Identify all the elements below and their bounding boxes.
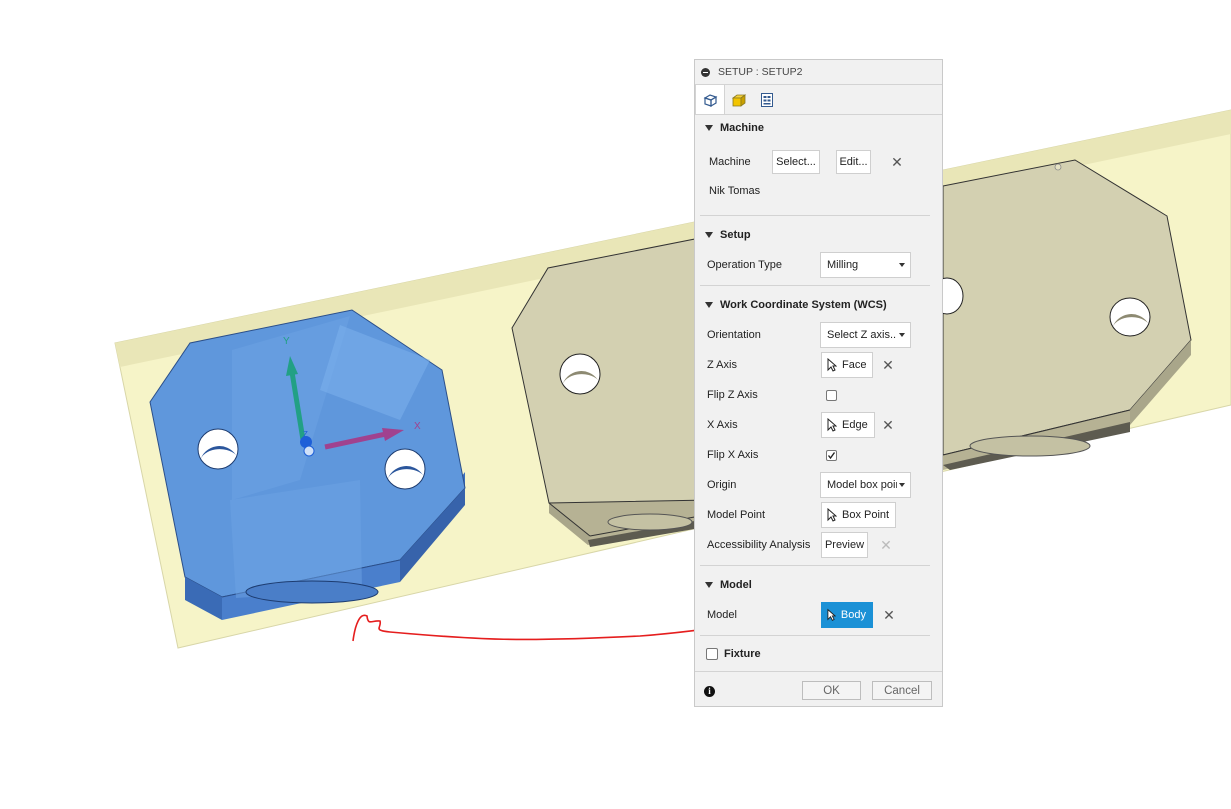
- machine-label: Machine: [709, 156, 751, 168]
- cad-viewport[interactable]: Y X Z: [0, 0, 1231, 809]
- cursor-arrow-icon: [827, 508, 837, 522]
- dialog-title-bar[interactable]: SETUP : SETUP2: [695, 60, 942, 84]
- expand-triangle-icon: [705, 125, 713, 131]
- origin-value: Model box point: [827, 479, 897, 491]
- machine-edit-button[interactable]: Edit...: [836, 150, 871, 174]
- expand-triangle-icon: [705, 232, 713, 238]
- model-point-value: Box Point: [842, 509, 890, 521]
- divider: [700, 565, 930, 566]
- section-setup-header[interactable]: Setup: [705, 229, 751, 241]
- operation-type-value: Milling: [827, 259, 859, 271]
- model-value: Body: [840, 609, 866, 621]
- section-fixture-header[interactable]: Fixture: [706, 648, 761, 660]
- origin-dropdown[interactable]: Model box point: [820, 472, 911, 498]
- flip-z-checkbox[interactable]: [826, 390, 837, 401]
- post-process-tab-icon: [761, 92, 773, 107]
- operation-type-dropdown[interactable]: Milling: [820, 252, 911, 278]
- axis-y-label: Y: [283, 336, 290, 347]
- accessibility-label: Accessibility Analysis: [707, 539, 811, 551]
- z-axis-clear-icon[interactable]: ✕: [882, 358, 894, 372]
- dropdown-caret-icon: [899, 263, 905, 267]
- section-title: Fixture: [724, 648, 761, 660]
- cursor-arrow-icon: [827, 608, 836, 621]
- divider: [700, 285, 930, 286]
- z-axis-value: Face: [842, 359, 867, 371]
- collapse-icon[interactable]: [701, 67, 710, 77]
- section-machine-header[interactable]: Machine: [705, 122, 764, 134]
- preview-button[interactable]: Preview: [821, 532, 868, 558]
- preview-clear-icon: ✕: [880, 537, 892, 553]
- x-axis-label: X Axis: [707, 419, 738, 431]
- tab-setup[interactable]: [695, 85, 725, 114]
- dropdown-caret-icon: [899, 483, 905, 487]
- dialog-title: SETUP : SETUP2: [718, 66, 803, 78]
- section-wcs-header[interactable]: Work Coordinate System (WCS): [705, 299, 887, 311]
- x-axis-selector[interactable]: Edge: [821, 412, 875, 438]
- z-axis-selector[interactable]: Face: [821, 352, 874, 378]
- flip-x-label: Flip X Axis: [707, 449, 759, 461]
- model-label: Model: [707, 609, 737, 621]
- divider: [700, 215, 930, 216]
- cursor-arrow-icon: [827, 358, 837, 372]
- model-point-selector[interactable]: Box Point: [821, 502, 897, 528]
- model-body-selector[interactable]: Body: [821, 602, 873, 628]
- model-point-label: Model Point: [707, 509, 766, 521]
- flip-x-checkbox[interactable]: [826, 450, 837, 461]
- expand-triangle-icon: [705, 302, 713, 308]
- machine-name: Nik Tomas: [709, 185, 761, 197]
- cancel-button[interactable]: Cancel: [872, 681, 932, 700]
- orientation-value: Select Z axis...: [827, 329, 897, 341]
- machine-clear-icon[interactable]: ✕: [891, 155, 903, 169]
- divider: [700, 635, 930, 636]
- section-title: Setup: [720, 229, 751, 241]
- viewport-scene: [114, 109, 1231, 649]
- section-model-header[interactable]: Model: [705, 579, 752, 591]
- info-icon[interactable]: i: [704, 686, 715, 697]
- expand-triangle-icon: [705, 582, 713, 588]
- machine-select-button[interactable]: Select...: [772, 150, 820, 174]
- tab-post-process[interactable]: [753, 86, 781, 113]
- x-axis-value: Edge: [842, 419, 868, 431]
- x-axis-clear-icon[interactable]: ✕: [882, 418, 894, 432]
- orientation-label: Orientation: [707, 329, 761, 341]
- section-title: Machine: [720, 122, 765, 134]
- axis-x-label: X: [414, 421, 421, 432]
- model-clear-icon[interactable]: ✕: [883, 608, 895, 622]
- stock-tab-icon: [731, 93, 747, 107]
- dropdown-caret-icon: [899, 333, 905, 337]
- tab-stock[interactable]: [725, 86, 753, 113]
- orientation-dropdown[interactable]: Select Z axis...: [820, 322, 911, 348]
- fixture-checkbox[interactable]: [706, 648, 718, 660]
- ok-button[interactable]: OK: [802, 681, 861, 700]
- origin-label: Origin: [707, 479, 737, 491]
- dialog-footer: i OK Cancel: [695, 671, 942, 707]
- setup-dialog: SETUP : SETUP2 Machine Machine Select...…: [694, 59, 943, 707]
- setup-tab-icon: [703, 93, 718, 107]
- checkmark-icon: [827, 452, 836, 460]
- cursor-arrow-icon: [827, 418, 837, 432]
- operation-type-label: Operation Type: [707, 259, 783, 271]
- dialog-tabs: [695, 84, 942, 115]
- section-title: Model: [720, 579, 752, 591]
- axis-z-label: Z: [303, 430, 308, 439]
- section-title: Work Coordinate System (WCS): [720, 299, 887, 311]
- z-axis-label: Z Axis: [707, 359, 737, 371]
- flip-z-label: Flip Z Axis: [707, 389, 758, 401]
